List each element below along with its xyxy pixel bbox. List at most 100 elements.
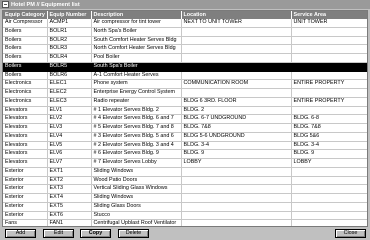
cell-location: NEXT TO UNIT TOWER	[181, 19, 292, 28]
table-row[interactable]: Elevators ELV4 # 3 Elevator Serves Bldg. 5…	[3, 132, 367, 142]
cell-location	[181, 219, 292, 226]
cell-service-area	[291, 53, 367, 63]
cell-category: Fans	[3, 219, 48, 226]
add-button[interactable]: Add	[5, 229, 36, 238]
cell-number: EXT1	[47, 167, 92, 177]
cell-category: Air Compressor	[3, 19, 48, 28]
cell-category: Elevators	[3, 114, 48, 124]
cell-description: Wood Patio Doors	[91, 176, 182, 186]
cell-category: Elevators	[3, 106, 48, 116]
cell-number: ELV5	[47, 141, 92, 151]
cell-service-area	[291, 193, 367, 203]
table-row[interactable]: Elevators ELV2 # 4 Elevator Serves Bldg. 6…	[3, 114, 367, 124]
cell-location	[181, 62, 292, 72]
table-row[interactable]: Boilers BOLR4 Pool Boiler	[3, 53, 367, 63]
cell-location	[181, 202, 292, 212]
table-row[interactable]: Electronics ELEC2 Enterprise Energy Contro…	[3, 88, 367, 98]
system-menu-icon[interactable]	[2, 1, 9, 8]
cell-number: BOLR4	[47, 53, 92, 63]
cell-category: Exterior	[3, 167, 48, 177]
cell-category: Boilers	[3, 62, 48, 72]
table-row[interactable]: Exterior EXT4 Sliding Windows	[3, 193, 367, 203]
cell-category: Boilers	[3, 71, 48, 81]
cell-location	[181, 71, 292, 81]
cell-service-area	[291, 167, 367, 177]
cell-number: EXT3	[47, 184, 92, 194]
cell-category: Elevators	[3, 141, 48, 151]
cell-description: # 3 Elevator Serves Bldg. 5 and 6	[91, 132, 182, 142]
table-row[interactable]: Air Compressor ACMP1 Air compressor for ti…	[3, 19, 367, 28]
cell-number: FAN1	[47, 219, 92, 226]
cell-description: Centrifugal Upblast Roof Ventilator	[91, 219, 182, 226]
table-row[interactable]: Electronics ELEC1 Phone system COMMUNICATIO…	[3, 79, 367, 89]
col-header-number[interactable]: Equip Number	[47, 11, 92, 19]
cell-location	[181, 44, 292, 54]
table-row[interactable]: Exterior EXT5 Sliding Glass Doors	[3, 202, 367, 212]
table-row[interactable]: Elevators ELV6 # 6 Elevator Serves Bldg. 9…	[3, 149, 367, 159]
table-row[interactable]: Boilers BOLR2 South Comfort Heater Serves …	[3, 36, 367, 46]
cell-number: BOLR5	[47, 62, 92, 72]
cell-description: Stucco	[91, 211, 182, 221]
cell-location: COMMUNICATION ROOM	[181, 79, 292, 89]
cell-service-area: BLDG 5&6	[291, 132, 367, 142]
cell-description: Sliding Windows	[91, 193, 182, 203]
delete-button[interactable]: Delete	[118, 229, 149, 238]
edit-button[interactable]: Edit	[43, 229, 74, 238]
cell-location	[181, 176, 292, 186]
cell-number: ELV3	[47, 123, 92, 133]
cell-number: ELEC3	[47, 97, 92, 107]
table-row[interactable]: Elevators ELV3 # 5 Elevator Serves Bldg. 7…	[3, 123, 367, 133]
cell-service-area: ENTIRE PROPERTY	[291, 97, 367, 107]
col-header-description[interactable]: Description	[91, 11, 182, 19]
cell-category: Exterior	[3, 202, 48, 212]
cell-location	[181, 211, 292, 221]
close-button[interactable]: Close	[335, 229, 366, 238]
table-row[interactable]: Fans FAN1 Centrifugal Upblast Roof Ventila…	[3, 219, 367, 226]
cell-service-area	[291, 44, 367, 54]
cell-service-area: BLDG. 7&8	[291, 123, 367, 133]
cell-service-area	[291, 62, 367, 72]
cell-location: BLDG. 2	[181, 106, 292, 116]
table-row[interactable]: Elevators ELV1 # 1 Elevator Serves Bldg. 2…	[3, 106, 367, 116]
button-bar: Add Edit Copy Delete Close	[0, 228, 370, 240]
table-row[interactable]: Electronics ELEC3 Radio repeater BLDG 6 3RD…	[3, 97, 367, 107]
col-header-location[interactable]: Location	[181, 11, 292, 19]
table-row[interactable]: Elevators ELV5 # 2 Elevator Serves Bldg. 3…	[3, 141, 367, 151]
cell-location: LOBBY	[181, 158, 292, 168]
table-row[interactable]: Exterior EXT3 Vertical Sliding Glass Windo…	[3, 184, 367, 194]
cell-category: Boilers	[3, 44, 48, 54]
cell-category: Boilers	[3, 36, 48, 46]
table-row[interactable]: Boilers BOLR5 South Spa's Boiler	[3, 62, 367, 72]
cell-number: BOLR1	[47, 27, 92, 37]
col-header-service-area[interactable]: Service Area	[291, 11, 367, 19]
cell-description: Radio repeater	[91, 97, 182, 107]
cell-description: North Spa's Boiler	[91, 27, 182, 37]
cell-category: Electronics	[3, 97, 48, 107]
cell-service-area: LOBBY	[291, 158, 367, 168]
copy-button[interactable]: Copy	[80, 229, 111, 238]
cell-service-area: BLDG. 9	[291, 149, 367, 159]
table-row[interactable]: Boilers BOLR6 A-1 Comfort Heater Serves	[3, 71, 367, 81]
cell-location	[181, 167, 292, 177]
table-row[interactable]: Boilers BOLR3 North Comfort Heater Serves …	[3, 44, 367, 54]
table-row[interactable]: Exterior EXT1 Sliding Windows	[3, 167, 367, 177]
cell-number: ELV2	[47, 114, 92, 124]
cell-number: BOLR2	[47, 36, 92, 46]
table-row[interactable]: Exterior EXT6 Stucco	[3, 211, 367, 221]
cell-category: Electronics	[3, 79, 48, 89]
cell-location: BLDG. 6-7 UNDGROUND	[181, 114, 292, 124]
table-row[interactable]: Elevators ELV7 # 7 Elevator Serves Lobby LO…	[3, 158, 367, 168]
cell-description: South Spa's Boiler	[91, 62, 182, 72]
table-row[interactable]: Boilers BOLR1 North Spa's Boiler	[3, 27, 367, 37]
cell-service-area	[291, 176, 367, 186]
cell-number: ACMP1	[47, 19, 92, 28]
cell-description: South Comfort Heater Serves Bldg	[91, 36, 182, 46]
cell-category: Boilers	[3, 53, 48, 63]
cell-category: Electronics	[3, 88, 48, 98]
col-header-category[interactable]: Equip Category	[3, 11, 48, 19]
table-row[interactable]: Exterior EXT2 Wood Patio Doors	[3, 176, 367, 186]
equipment-grid[interactable]: Equip Category Equip Number Description …	[2, 10, 368, 227]
cell-number: EXT2	[47, 176, 92, 186]
header-row: Equip Category Equip Number Description …	[3, 11, 367, 19]
cell-category: Exterior	[3, 193, 48, 203]
